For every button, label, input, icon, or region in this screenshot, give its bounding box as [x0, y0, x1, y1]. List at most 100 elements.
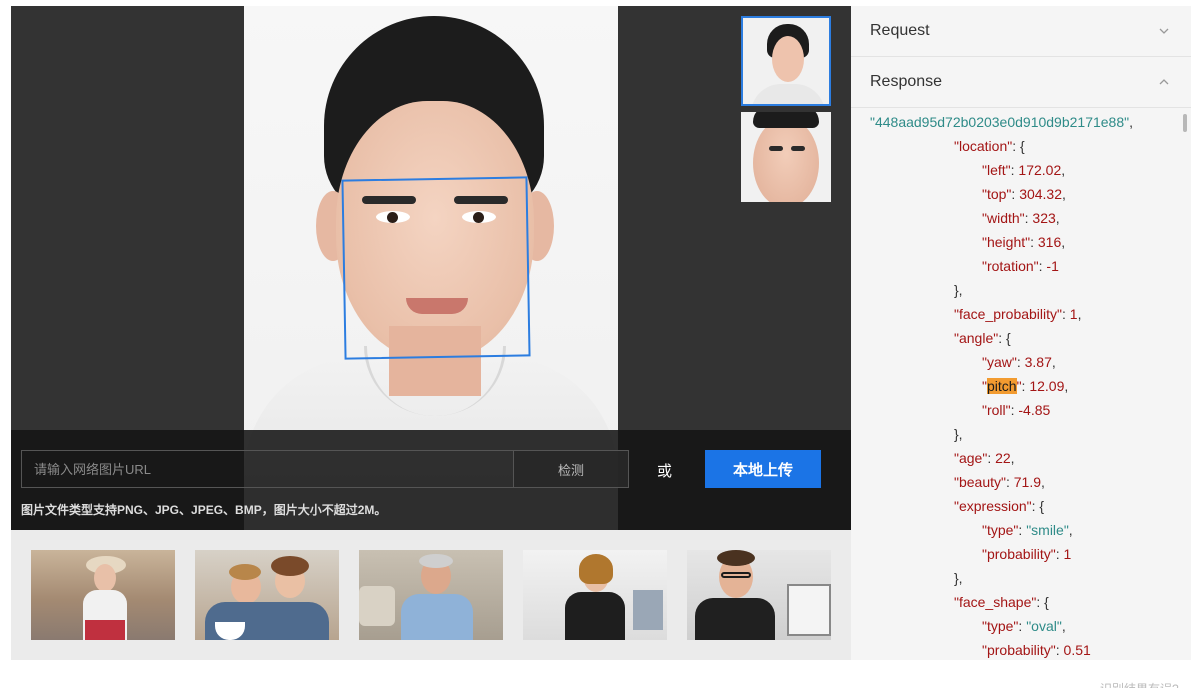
json-token: -1	[1046, 258, 1059, 274]
json-line: "probability": 1	[851, 542, 1181, 566]
json-token: "age"	[954, 450, 988, 466]
json-line: "yaw": 3.87,	[851, 350, 1181, 374]
json-token: },	[954, 570, 963, 586]
response-label: Response	[870, 73, 943, 90]
json-line: "location": {	[851, 134, 1181, 158]
json-token: :	[1005, 474, 1014, 490]
json-token: "beauty"	[954, 474, 1006, 490]
json-token: 316	[1037, 234, 1062, 250]
json-line: "face_shape": {	[851, 590, 1181, 614]
json-token: :	[1055, 546, 1064, 562]
sample-image-man-glasses[interactable]	[687, 550, 831, 640]
json-token: 22	[995, 450, 1011, 466]
sample-images	[11, 530, 851, 660]
json-line: "width": 323,	[851, 206, 1181, 230]
upload-controls: 检测 或 本地上传 图片文件类型支持PNG、JPG、JPEG、BMP，图片大小不…	[11, 430, 851, 530]
json-token: -4.85	[1018, 402, 1051, 418]
json-token: "yaw"	[982, 354, 1017, 370]
image-stage: 检测 或 本地上传 图片文件类型支持PNG、JPG、JPEG、BMP，图片大小不…	[11, 6, 851, 530]
json-token: "expression"	[954, 498, 1032, 514]
json-line: },	[851, 422, 1181, 446]
json-token: :	[1062, 306, 1070, 322]
json-line: },	[851, 566, 1181, 590]
json-token: "probability"	[982, 546, 1056, 562]
json-token: ,	[1061, 618, 1066, 634]
sample-image-children[interactable]	[195, 550, 339, 640]
thumbnail-original[interactable]	[741, 16, 831, 106]
json-token: },	[954, 282, 963, 298]
api-panel: Request Response "448aad95d72b0203e0d910…	[851, 6, 1191, 660]
json-line: "angle": {	[851, 326, 1181, 350]
json-token: "oval"	[1026, 618, 1062, 634]
json-token: "face_shape"	[954, 594, 1037, 610]
json-line: "448aad95d72b0203e0d910d9b2171e88",	[851, 110, 1181, 134]
json-token: : {	[998, 330, 1011, 346]
face-detection-demo: 检测 或 本地上传 图片文件类型支持PNG、JPG、JPEG、BMP，图片大小不…	[0, 0, 1201, 688]
json-token: "rotation"	[982, 258, 1039, 274]
json-token: : {	[1036, 594, 1049, 610]
json-token: "height"	[982, 234, 1031, 250]
json-line: "top": 304.32,	[851, 182, 1181, 206]
json-token: "448aad95d72b0203e0d910d9b2171e88"	[870, 114, 1130, 130]
json-token: "face_probability"	[954, 306, 1063, 322]
json-token: 172.02	[1018, 162, 1062, 178]
json-line: "expression": {	[851, 494, 1181, 518]
json-line: "probability": 0.51	[851, 638, 1181, 660]
json-token: ,	[1055, 210, 1060, 226]
json-token: ,	[1129, 114, 1133, 130]
json-line: "face_probability": 1,	[851, 302, 1181, 326]
json-token: "top"	[982, 186, 1012, 202]
sample-image-woman-hat[interactable]	[31, 550, 175, 640]
or-label: 或	[657, 463, 673, 480]
json-token: 3.87	[1024, 354, 1052, 370]
detect-button[interactable]: 检测	[513, 450, 629, 488]
sample-image-older-man[interactable]	[359, 550, 503, 640]
feedback-link[interactable]: 识别结果有误?	[1100, 680, 1179, 688]
highlighted-token: pitch	[986, 378, 1017, 394]
json-token: "left"	[982, 162, 1011, 178]
local-upload-button[interactable]: 本地上传	[705, 450, 821, 488]
url-input[interactable]	[21, 450, 513, 488]
json-token: 71.9	[1013, 474, 1042, 490]
json-line: "age": 22,	[851, 446, 1181, 470]
json-token: ,	[1064, 378, 1069, 394]
json-token: "smile"	[1026, 522, 1069, 538]
request-label: Request	[870, 22, 930, 39]
json-token: "angle"	[954, 330, 999, 346]
json-line: "rotation": -1	[851, 254, 1181, 278]
json-token: ,	[1061, 162, 1066, 178]
json-token: ,	[1051, 354, 1056, 370]
request-header[interactable]: Request	[851, 6, 1191, 57]
json-token: 1	[1063, 546, 1072, 562]
json-line: },	[851, 278, 1181, 302]
json-token: "type"	[982, 618, 1019, 634]
json-token: 12.09	[1029, 378, 1065, 394]
json-line: "type": "smile",	[851, 518, 1181, 542]
json-token: :	[1055, 642, 1064, 658]
json-token: ,	[1041, 474, 1045, 490]
json-token: :	[1016, 354, 1025, 370]
json-token: "width"	[982, 210, 1025, 226]
json-token: :	[987, 450, 996, 466]
face-thumbnails	[741, 16, 831, 208]
json-token: "location"	[954, 138, 1013, 154]
scrollbar[interactable]	[1183, 114, 1187, 132]
response-header[interactable]: Response	[851, 57, 1191, 108]
json-token: ,	[1062, 186, 1066, 202]
json-token: ,	[1068, 522, 1073, 538]
json-token: ,	[1061, 234, 1066, 250]
json-token: ,	[1010, 450, 1015, 466]
face-bounding-box	[341, 176, 531, 360]
json-token: : {	[1012, 138, 1025, 154]
json-token: 1	[1069, 306, 1078, 322]
thumbnail-face-crop[interactable]	[741, 112, 831, 202]
json-token: ,	[1077, 306, 1082, 322]
json-token: "roll"	[982, 402, 1011, 418]
sample-image-woman-office[interactable]	[523, 550, 667, 640]
json-token: },	[954, 426, 963, 442]
json-token: 304.32	[1019, 186, 1063, 202]
json-line: "pitch": 12.09,	[851, 374, 1181, 398]
json-token: 323	[1032, 210, 1056, 226]
json-line: "height": 316,	[851, 230, 1181, 254]
json-token: : {	[1031, 498, 1045, 514]
